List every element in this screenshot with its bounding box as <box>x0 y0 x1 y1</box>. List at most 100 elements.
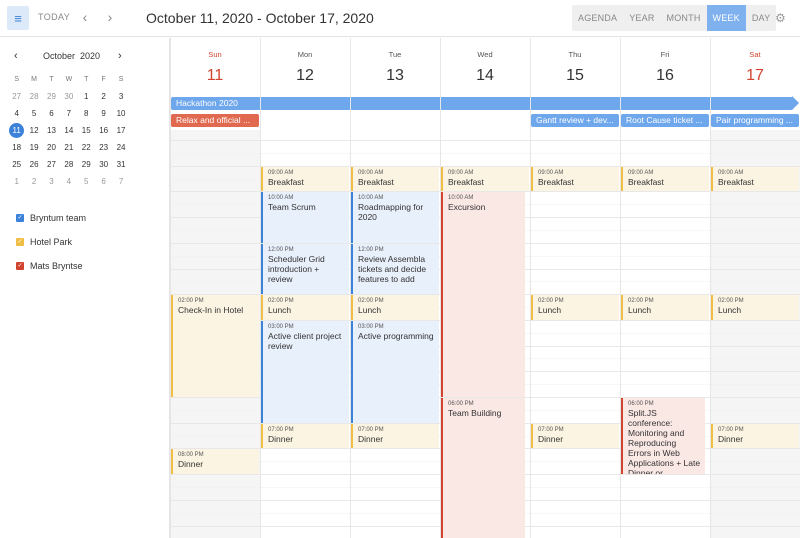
menu-icon[interactable]: ≡ <box>7 6 29 30</box>
datepicker-day[interactable]: 27 <box>43 156 60 173</box>
resource-filter-item[interactable]: ✓ Hotel Park <box>16 230 86 254</box>
datepicker-day[interactable]: 28 <box>60 156 77 173</box>
event-block[interactable]: 07:00 PM Dinner <box>531 423 619 449</box>
event-block[interactable]: 09:00 AM Breakfast <box>441 166 529 192</box>
allday-event[interactable]: Root Cause ticket ... <box>621 114 709 127</box>
datepicker-day-label: 30 <box>64 92 74 101</box>
datepicker-day[interactable]: 3 <box>112 88 129 105</box>
datepicker-day[interactable]: 22 <box>78 139 95 156</box>
resource-filter-item[interactable]: ✓ Bryntum team <box>16 206 86 230</box>
datepicker-day[interactable]: 18 <box>8 139 25 156</box>
event-block[interactable]: 07:00 PM Dinner <box>351 423 439 449</box>
event-block[interactable]: 12:00 PM Review Assembla tickets and deci… <box>351 243 439 295</box>
day-header-fri[interactable]: Fri 16 <box>620 38 710 96</box>
allday-event[interactable]: Relax and official ... <box>171 114 259 127</box>
datepicker-day[interactable]: 30 <box>95 156 112 173</box>
checkbox-checked-icon[interactable]: ✓ <box>16 214 24 222</box>
event-block[interactable]: 06:00 PM Split.JS conference: Monitoring … <box>621 398 705 475</box>
allday-event[interactable]: Hackathon 2020 <box>171 97 793 110</box>
event-block[interactable]: 02:00 PM Lunch <box>531 295 619 320</box>
day-header-wed[interactable]: Wed 14 <box>440 38 530 96</box>
event-block[interactable]: 02:00 PM Check-In in Hotel <box>171 295 259 397</box>
allday-event[interactable]: Gantt review + dev... <box>531 114 619 127</box>
next-week-icon[interactable]: › <box>103 9 117 25</box>
event-block[interactable]: 03:00 PM Active client project review <box>261 320 349 423</box>
datepicker-day[interactable]: 5 <box>78 173 95 190</box>
datepicker-day[interactable]: 19 <box>25 139 42 156</box>
view-agenda-button[interactable]: AGENDA <box>572 5 623 31</box>
datepicker-day[interactable]: 29 <box>43 88 60 105</box>
datepicker-day[interactable]: 1 <box>8 173 25 190</box>
event-block[interactable]: 02:00 PM Lunch <box>711 295 799 320</box>
datepicker-day[interactable]: 6 <box>95 173 112 190</box>
datepicker-day[interactable]: 7 <box>112 173 129 190</box>
view-week-button[interactable]: WEEK <box>706 5 746 31</box>
datepicker-day[interactable]: 25 <box>8 156 25 173</box>
view-month-button[interactable]: MONTH <box>661 5 707 31</box>
event-time: 10:00 AM <box>448 195 474 202</box>
datepicker-day[interactable]: 7 <box>60 105 77 122</box>
day-header-sat[interactable]: Sat 17 <box>710 38 800 96</box>
datepicker-day[interactable]: 24 <box>112 139 129 156</box>
event-block[interactable]: 12:00 PM Scheduler Grid introduction + re… <box>261 243 349 295</box>
event-block[interactable]: 09:00 AM Breakfast <box>261 166 349 192</box>
view-year-button[interactable]: YEAR <box>623 5 660 31</box>
event-block[interactable]: 09:00 AM Breakfast <box>621 166 709 192</box>
allday-event[interactable]: Pair programming ... <box>711 114 799 127</box>
datepicker-day[interactable]: 26 <box>25 156 42 173</box>
datepicker-day[interactable]: 5 <box>25 105 42 122</box>
datepicker-day[interactable]: 4 <box>8 105 25 122</box>
day-header-thu[interactable]: Thu 15 <box>530 38 620 96</box>
datepicker-day[interactable]: 8 <box>78 105 95 122</box>
event-block[interactable]: 02:00 PM Lunch <box>261 295 349 320</box>
day-header-mon[interactable]: Mon 12 <box>260 38 350 96</box>
event-block[interactable]: 07:00 PM Dinner <box>261 423 349 449</box>
datepicker-day[interactable]: 30 <box>60 88 77 105</box>
datepicker-day[interactable]: 23 <box>95 139 112 156</box>
today-button[interactable]: TODAY <box>38 12 70 22</box>
event-block[interactable]: 09:00 AM Breakfast <box>531 166 619 192</box>
datepicker-day[interactable]: 27 <box>8 88 25 105</box>
checkbox-checked-icon[interactable]: ✓ <box>16 262 24 270</box>
prev-week-icon[interactable]: ‹ <box>78 9 92 25</box>
event-block[interactable]: 06:00 PM Team Building <box>441 398 525 538</box>
datepicker-prev-icon[interactable]: ‹ <box>14 50 18 62</box>
event-block[interactable]: 09:00 AM Breakfast <box>351 166 439 192</box>
day-header-tue[interactable]: Tue 13 <box>350 38 440 96</box>
event-block[interactable]: 10:00 AM Team Scrum <box>261 192 349 243</box>
datepicker-day[interactable]: 14 <box>60 122 77 139</box>
datepicker-day[interactable]: 15 <box>78 122 95 139</box>
datepicker-day[interactable]: 1 <box>78 88 95 105</box>
datepicker-day[interactable]: 16 <box>95 122 112 139</box>
event-block[interactable]: 09:00 AM Breakfast <box>711 166 799 192</box>
datepicker-day[interactable]: 10 <box>112 105 129 122</box>
datepicker-day[interactable]: 13 <box>43 122 60 139</box>
datepicker-day[interactable]: 2 <box>95 88 112 105</box>
datepicker-day[interactable]: 20 <box>43 139 60 156</box>
datepicker-next-icon[interactable]: › <box>118 50 122 62</box>
datepicker-day[interactable]: 28 <box>25 88 42 105</box>
event-block[interactable]: 10:00 AM Excursion <box>441 192 525 397</box>
datepicker-day[interactable]: 17 <box>112 122 129 139</box>
datepicker-day[interactable]: 4 <box>60 173 77 190</box>
event-block[interactable]: 10:00 AM Roadmapping for 2020 <box>351 192 439 243</box>
datepicker-day[interactable]: 6 <box>43 105 60 122</box>
datepicker-day[interactable]: 3 <box>43 173 60 190</box>
datepicker-day[interactable]: 9 <box>95 105 112 122</box>
gear-icon[interactable]: ⚙ <box>775 11 786 25</box>
resource-filter-item[interactable]: ✓ Mats Bryntse <box>16 254 86 278</box>
checkbox-checked-icon[interactable]: ✓ <box>16 238 24 246</box>
datepicker-day[interactable]: 2 <box>25 173 42 190</box>
datepicker-day[interactable]: 21 <box>60 139 77 156</box>
event-block[interactable]: 07:00 PM Dinner <box>711 423 799 449</box>
event-block[interactable]: 02:00 PM Lunch <box>621 295 709 320</box>
datepicker-day[interactable]: 11 <box>8 122 25 139</box>
day-header-sun[interactable]: Sun 11 <box>170 38 260 96</box>
datepicker-day[interactable]: 12 <box>25 122 42 139</box>
event-block[interactable]: 02:00 PM Lunch <box>351 295 439 320</box>
datepicker-day[interactable]: 29 <box>78 156 95 173</box>
event-block[interactable]: 03:00 PM Active programming <box>351 320 439 423</box>
event-block[interactable]: 08:00 PM Dinner <box>171 449 259 475</box>
view-day-button[interactable]: DAY <box>746 5 776 31</box>
datepicker-day[interactable]: 31 <box>112 156 129 173</box>
